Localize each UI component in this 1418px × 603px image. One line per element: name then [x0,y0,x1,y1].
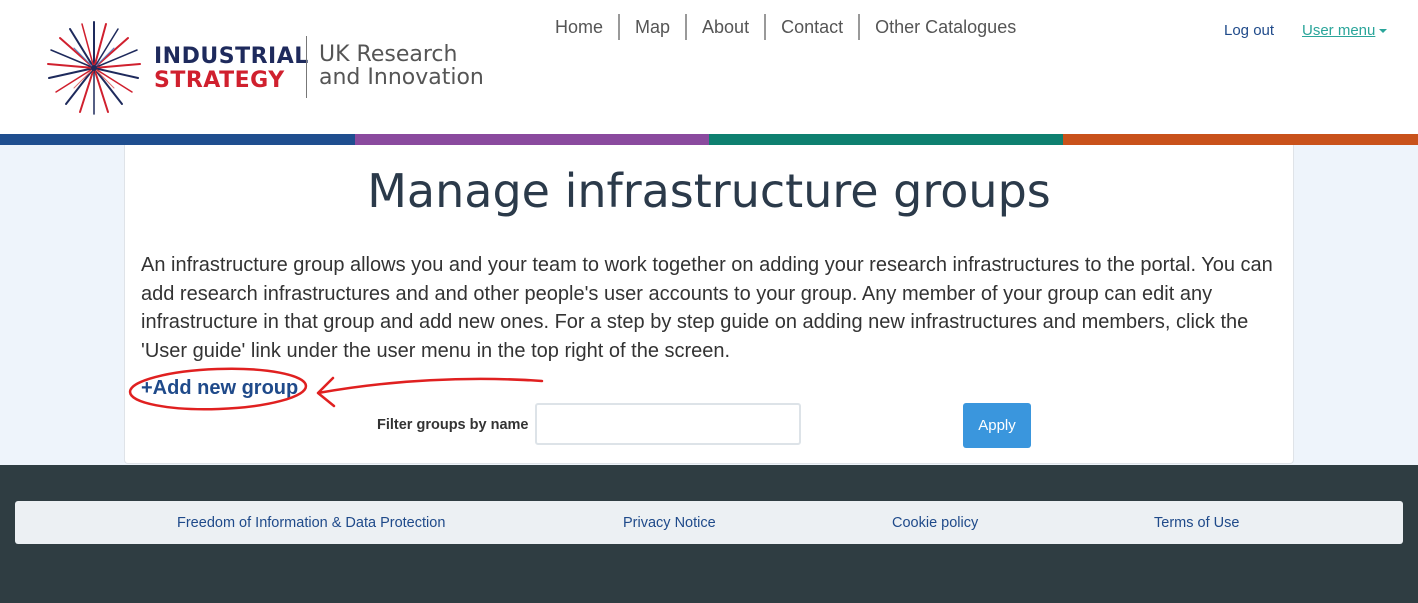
logo-text-strategy: STRATEGY [154,68,285,93]
footer-link-terms[interactable]: Terms of Use [1154,515,1239,531]
filter-groups-input[interactable] [535,403,801,445]
nav-home[interactable]: Home [540,14,618,40]
nav-about[interactable]: About [685,14,764,40]
filter-label: Filter groups by name [377,417,529,433]
user-menu-dropdown[interactable]: User menu [1302,22,1388,39]
nav-contact[interactable]: Contact [764,14,858,40]
add-new-group-link[interactable]: +Add new group [141,377,298,400]
main-card: Manage infrastructure groups An infrastr… [124,145,1294,464]
footer-link-foi[interactable]: Freedom of Information & Data Protection [177,515,445,531]
page-title: Manage infrastructure groups [367,164,1051,218]
logo-org-name: UK Research and Innovation [319,43,539,89]
starburst-icon [47,21,141,115]
main-nav: Home Map About Contact Other Catalogues [540,14,1031,40]
logo-org-line1: UK Research [319,42,458,67]
logout-link[interactable]: Log out [1224,22,1274,39]
color-stripe-blue [0,134,355,145]
footer-link-cookie[interactable]: Cookie policy [892,515,978,531]
site-header: INDUSTRIAL STRATEGY UK Research and Inno… [0,0,1418,134]
footer-link-privacy[interactable]: Privacy Notice [623,515,716,531]
intro-text: An infrastructure group allows you and y… [141,254,1273,363]
nav-other-catalogues[interactable]: Other Catalogues [858,14,1031,40]
color-stripe-teal [709,134,1063,145]
logo-text-industrial: INDUSTRIAL [154,44,309,69]
site-footer: Freedom of Information & Data Protection… [0,465,1418,603]
user-menu-label: User menu [1302,22,1376,39]
industrial-strategy-logo[interactable]: INDUSTRIAL STRATEGY UK Research and Inno… [44,18,494,118]
logo-org-line2: and Innovation [319,65,484,90]
color-stripe-purple [355,134,709,145]
apply-button[interactable]: Apply [963,403,1031,448]
nav-map[interactable]: Map [618,14,685,40]
color-stripe-orange [1063,134,1418,145]
caret-down-icon [1379,29,1388,34]
logo-divider [306,36,307,98]
footer-links-bar: Freedom of Information & Data Protection… [15,501,1403,544]
